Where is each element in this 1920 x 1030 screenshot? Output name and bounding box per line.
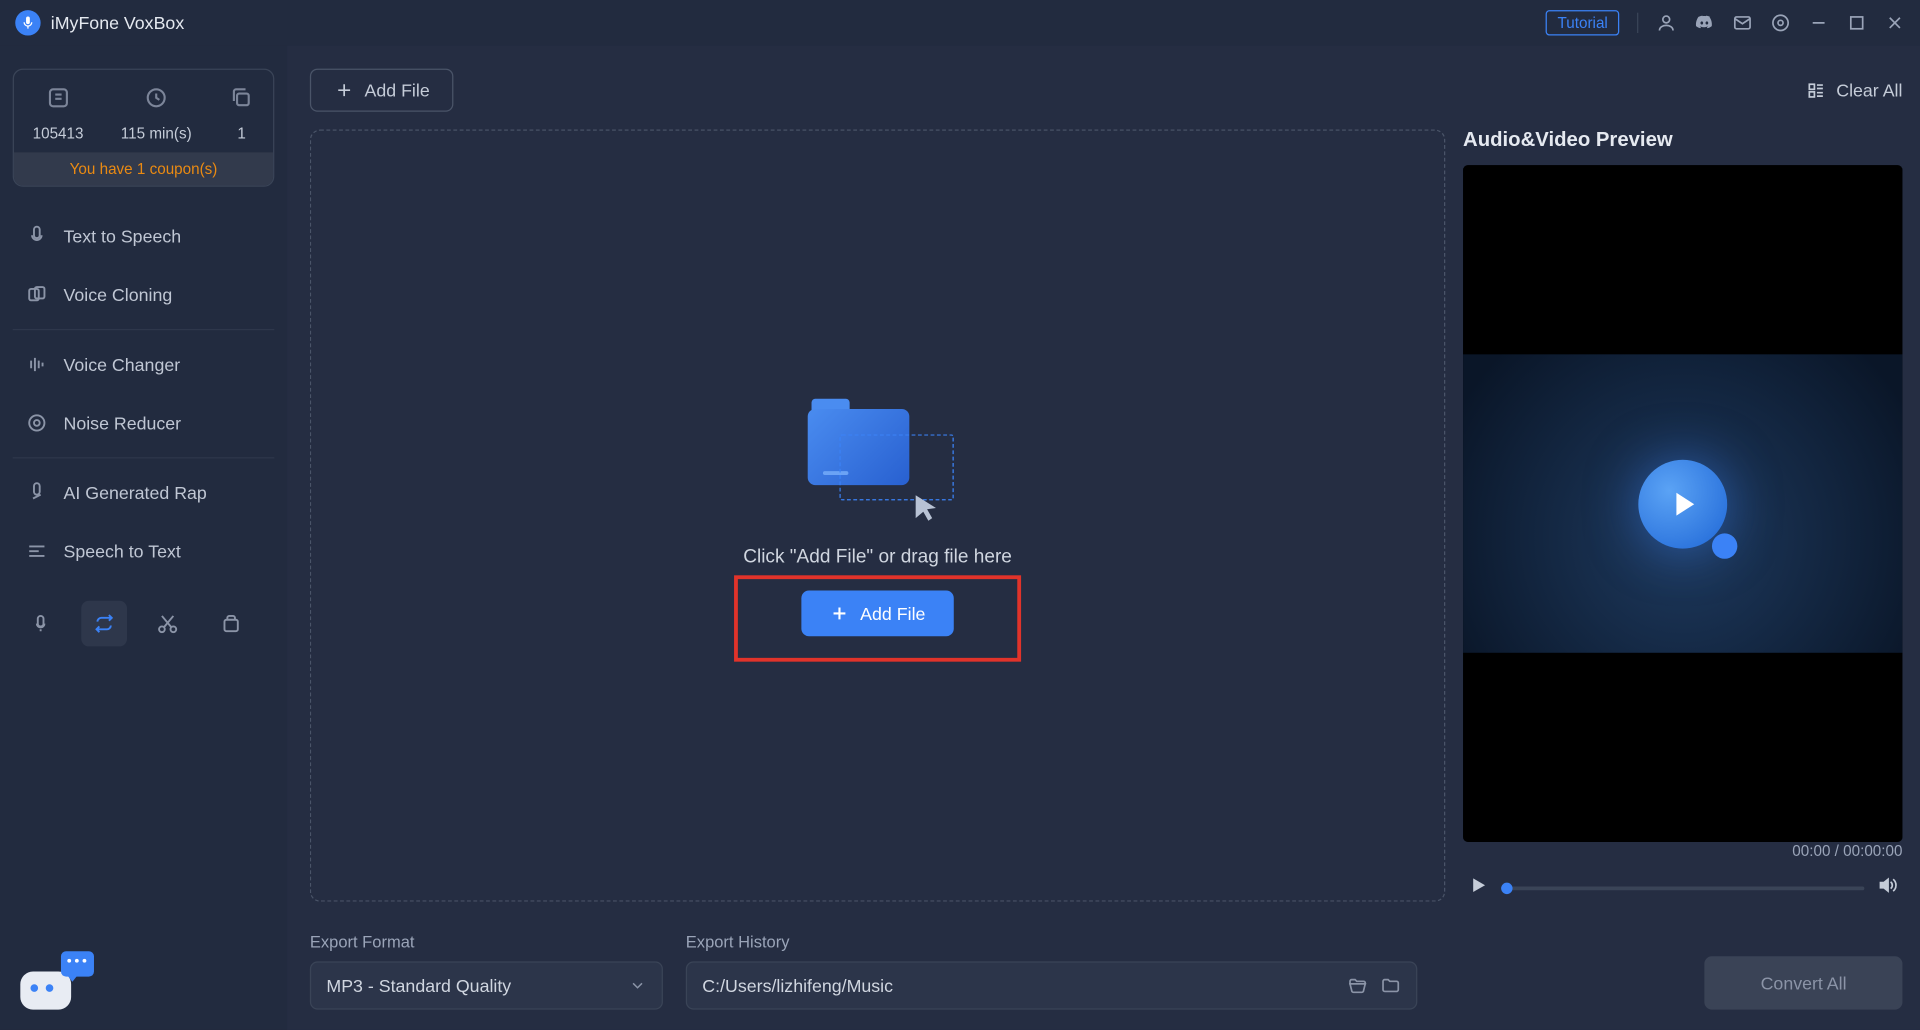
clear-all-button[interactable]: Clear All xyxy=(1806,80,1903,100)
chevron-down-icon xyxy=(629,977,647,995)
seek-slider[interactable] xyxy=(1501,886,1864,890)
preview-video[interactable] xyxy=(1463,165,1902,842)
add-file-button-top[interactable]: Add File xyxy=(310,69,454,112)
preview-panel: Audio&Video Preview 00:00 / 00:00:00 xyxy=(1463,130,1902,902)
titlebar: iMyFone VoxBox Tutorial xyxy=(0,0,1920,46)
tool-convert[interactable] xyxy=(81,601,127,647)
sidebar: 105413 115 min(s) 1 You have 1 coupon(s)… xyxy=(0,46,287,1030)
nav-voice-changer[interactable]: Voice Changer xyxy=(13,335,275,393)
char-count-icon xyxy=(45,85,70,117)
minimize-icon[interactable] xyxy=(1808,13,1828,33)
nav-voice-cloning[interactable]: Voice Cloning xyxy=(13,265,275,323)
maximize-icon[interactable] xyxy=(1847,13,1867,33)
dropzone-hint: Click "Add File" or drag file here xyxy=(743,545,1012,567)
main-content: Add File Clear All Click "Add File" or d… xyxy=(287,46,1920,1030)
stat-minutes[interactable]: 115 min(s) xyxy=(121,85,192,142)
export-history-label: Export History xyxy=(686,932,1418,951)
coupon-banner[interactable]: You have 1 coupon(s) xyxy=(14,152,273,185)
play-icon xyxy=(1638,459,1727,548)
nav-speech-to-text[interactable]: Speech to Text xyxy=(13,522,275,580)
folder-icon xyxy=(801,396,953,523)
stat-count[interactable]: 1 xyxy=(229,85,254,142)
play-button[interactable] xyxy=(1468,875,1488,902)
tool-record[interactable] xyxy=(18,601,64,647)
mail-icon[interactable] xyxy=(1732,13,1752,33)
user-icon[interactable] xyxy=(1656,13,1676,33)
export-format-label: Export Format xyxy=(310,932,663,951)
preview-title: Audio&Video Preview xyxy=(1463,130,1902,153)
add-file-button-main[interactable]: Add File xyxy=(802,590,954,636)
volume-icon[interactable] xyxy=(1877,875,1897,902)
tool-archive[interactable] xyxy=(208,601,254,647)
stat-characters[interactable]: 105413 xyxy=(33,85,84,142)
app-logo-icon xyxy=(15,10,40,35)
dropzone[interactable]: Click "Add File" or drag file here Add F… xyxy=(310,130,1445,902)
chat-assistant-button[interactable] xyxy=(20,959,81,1010)
nav-noise-reducer[interactable]: Noise Reducer xyxy=(13,394,275,452)
tool-cut[interactable] xyxy=(145,601,191,647)
nav-ai-rap[interactable]: AI Generated Rap xyxy=(13,464,275,522)
clock-icon xyxy=(144,85,169,117)
nav-text-to-speech[interactable]: Text to Speech xyxy=(13,207,275,265)
folder-open-icon xyxy=(1347,975,1367,995)
export-format-select[interactable]: MP3 - Standard Quality xyxy=(310,961,663,1009)
export-history-field[interactable]: C:/Users/lizhifeng/Music xyxy=(686,961,1418,1009)
discord-icon[interactable] xyxy=(1694,13,1714,33)
close-icon[interactable] xyxy=(1885,13,1905,33)
tutorial-button[interactable]: Tutorial xyxy=(1546,10,1619,35)
settings-icon[interactable] xyxy=(1770,13,1790,33)
preview-time: 00:00 / 00:00:00 xyxy=(1463,842,1902,860)
folder-icon xyxy=(1380,975,1400,995)
stats-card: 105413 115 min(s) 1 You have 1 coupon(s) xyxy=(13,69,275,187)
app-title: iMyFone VoxBox xyxy=(51,13,184,33)
convert-all-button[interactable]: Convert All xyxy=(1705,956,1903,1009)
copy-icon xyxy=(229,85,254,117)
